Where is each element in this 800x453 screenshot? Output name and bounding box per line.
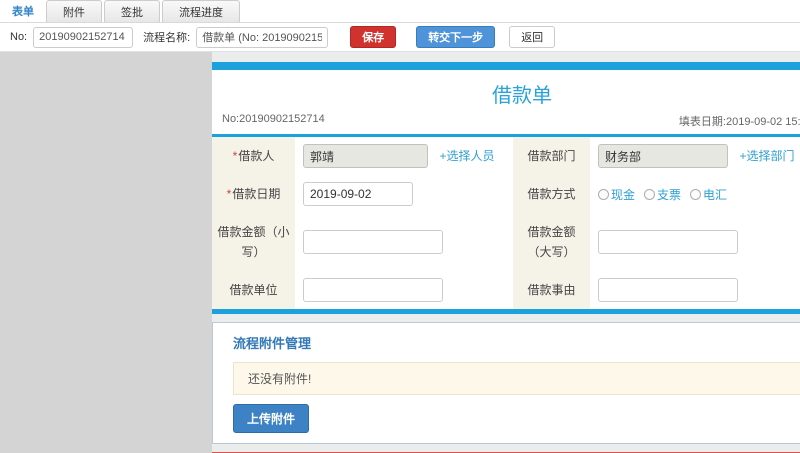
table-row: 借款单位 借款事由 [212, 271, 800, 309]
borrower-label: *借款人 [212, 137, 295, 175]
table-row: *借款人 +选择人员 借款部门 +选择部门 [212, 137, 800, 175]
loan-form-panel: 借款单 No:20190902152714 填表日期:2019-09-02 15… [212, 62, 800, 314]
radio-circle-icon[interactable] [598, 188, 609, 200]
loan-form-table: *借款人 +选择人员 借款部门 +选择部门 [212, 137, 800, 309]
tab-attachments[interactable]: 附件 [46, 0, 102, 22]
attachments-section-title: 流程附件管理 [233, 336, 312, 351]
department-input[interactable] [598, 144, 728, 168]
form-top-accent-bar [212, 62, 800, 70]
select-person-link[interactable]: +选择人员 [439, 149, 494, 163]
loan-reason-label: 借款事由 [513, 271, 590, 309]
radio-wire-transfer[interactable]: 电汇 [690, 186, 727, 203]
loan-method-label: 借款方式 [513, 175, 590, 213]
radio-cash[interactable]: 现金 [598, 186, 635, 203]
radio-circle-icon[interactable] [644, 188, 656, 200]
process-name-label: 流程名称: [143, 32, 191, 44]
back-button[interactable]: 返回 [509, 26, 556, 48]
department-label: 借款部门 [513, 137, 590, 175]
loan-reason-input[interactable] [598, 278, 738, 302]
form-fill-date-text: 填表日期:2019-09-02 15:27:1 [678, 116, 800, 128]
attachments-panel: 流程附件管理 还没有附件! 上传附件 [212, 322, 800, 444]
amount-uppercase-input[interactable] [598, 230, 738, 254]
loan-date-input[interactable] [303, 182, 413, 206]
borrower-input[interactable] [303, 144, 428, 168]
tab-process-progress[interactable]: 流程进度 [162, 0, 240, 22]
no-attachments-message: 还没有附件! [233, 362, 800, 395]
radio-cheque[interactable]: 支票 [644, 186, 681, 203]
select-department-link[interactable]: +选择部门 [739, 149, 794, 163]
loan-unit-label: 借款单位 [212, 271, 295, 309]
amount-lowercase-input[interactable] [303, 230, 443, 254]
form-no-text: No:20190902152714 [222, 113, 325, 125]
no-input[interactable] [33, 26, 134, 48]
amount-uppercase-label: 借款金额（大写） [513, 213, 590, 271]
tab-form[interactable]: 表单 [10, 0, 44, 22]
save-button[interactable]: 保存 [350, 26, 397, 48]
forward-next-step-button[interactable]: 转交下一步 [416, 26, 496, 48]
top-tab-bar: 表单 附件 签批 流程进度 [0, 0, 800, 23]
no-label: No: [10, 31, 28, 43]
loan-unit-input[interactable] [303, 278, 443, 302]
content-pane: 借款单 No:20190902152714 填表日期:2019-09-02 15… [212, 52, 800, 453]
form-bottom-accent-bar [212, 309, 800, 314]
loan-date-label: *借款日期 [212, 175, 295, 213]
table-row: 借款金额（小写） 借款金额（大写） [212, 213, 800, 271]
form-title: 借款单 [492, 85, 552, 107]
radio-circle-icon[interactable] [690, 188, 702, 200]
workspace-background: 借款单 No:20190902152714 填表日期:2019-09-02 15… [0, 52, 800, 453]
amount-lowercase-label: 借款金额（小写） [212, 213, 295, 271]
tab-approval[interactable]: 签批 [104, 0, 160, 22]
process-name-input[interactable] [196, 26, 329, 48]
action-toolbar: No: 流程名称: 保存 转交下一步 返回 [0, 23, 800, 52]
upload-attachment-button[interactable]: 上传附件 [233, 404, 310, 433]
table-row: *借款日期 借款方式 现金 [212, 175, 800, 213]
